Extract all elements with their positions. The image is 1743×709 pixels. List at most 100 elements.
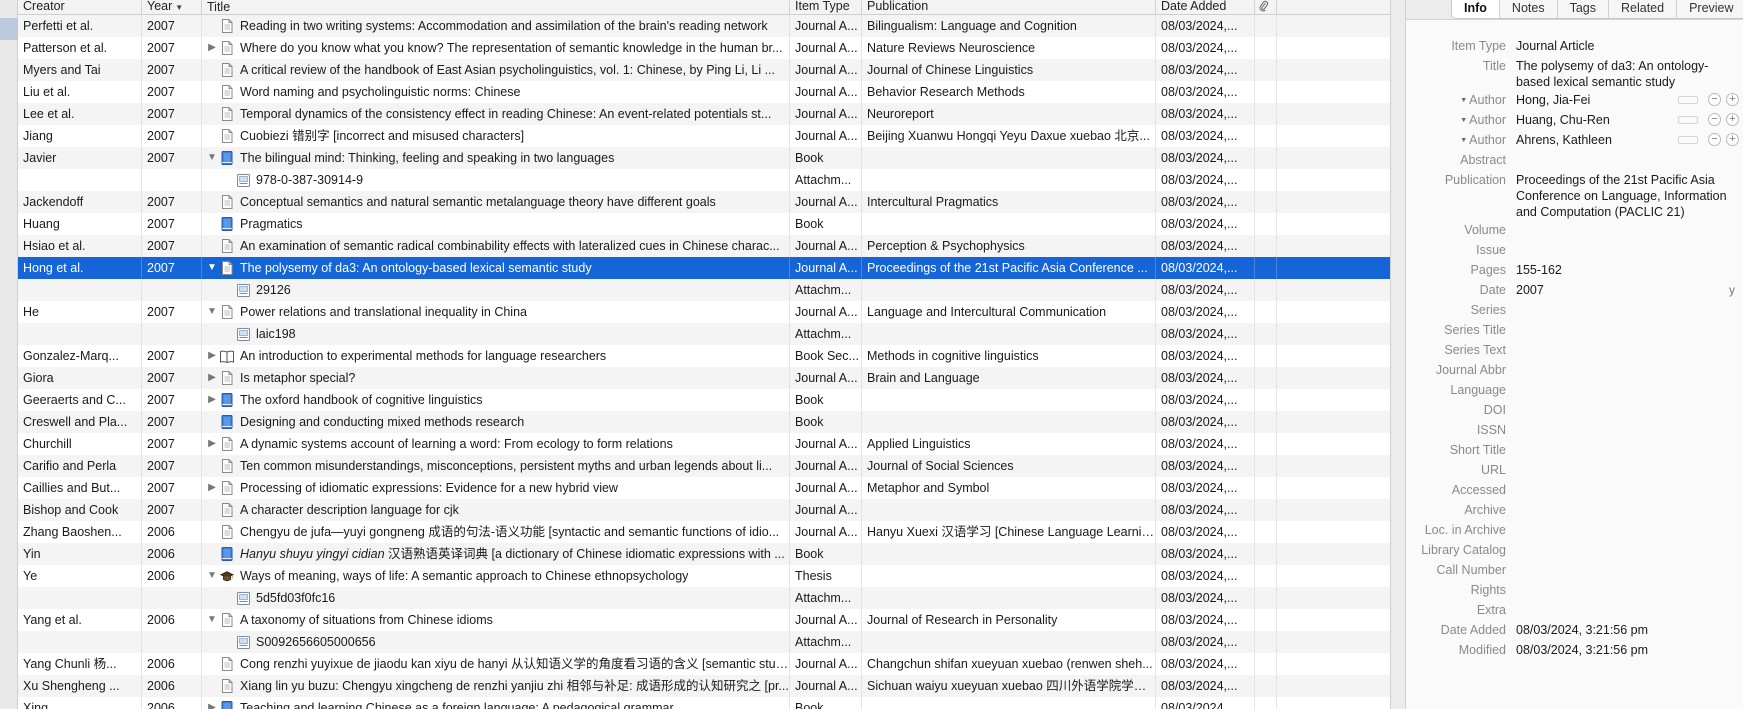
field-value-publication[interactable]: Proceedings of the 21st Pacific Asia Con… — [1516, 170, 1731, 220]
creator-type-menu-icon[interactable]: ▼ — [1460, 97, 1467, 104]
twisty-closed-icon[interactable]: ▶ — [204, 477, 220, 499]
twisty-closed-icon[interactable]: ▶ — [204, 37, 220, 59]
twisty-closed-icon[interactable]: ▶ — [204, 389, 220, 411]
twisty-open-icon[interactable]: ▼ — [204, 147, 220, 169]
field-value-volume[interactable] — [1516, 220, 1731, 222]
item-row[interactable]: Geeraerts and C... 2007 ▶ The oxford handbo… — [18, 389, 1390, 411]
item-row[interactable]: Ye 2006 ▼ Ways of meaning, ways of life: A … — [18, 565, 1390, 587]
item-row[interactable]: Caillies and But... 2007 ▶ Processing of id… — [18, 477, 1390, 499]
name-mode-toggle[interactable] — [1678, 115, 1698, 124]
remove-author-icon[interactable]: − — [1708, 93, 1721, 106]
item-row[interactable]: Jackendoff 2007 Conceptual semantics and n… — [18, 191, 1390, 213]
field-value-language[interactable] — [1516, 380, 1731, 382]
item-row[interactable]: Gonzalez-Marq... 2007 ▶ An introduction to … — [18, 345, 1390, 367]
column-header-title[interactable]: Title — [202, 0, 790, 15]
attachment-row[interactable]: S0092656605000656 Attachm... 08/03/2024,..… — [18, 631, 1390, 653]
field-value-issn[interactable] — [1516, 420, 1731, 422]
twisty-closed-icon[interactable]: ▶ — [204, 433, 220, 455]
twisty-closed-icon[interactable]: ▶ — [204, 345, 220, 367]
twisty-open-icon[interactable]: ▼ — [204, 257, 220, 279]
item-row[interactable]: Zhang Baoshen... 2006 Chengyu de jufa—yuyi… — [18, 521, 1390, 543]
field-value-url[interactable] — [1516, 460, 1731, 462]
field-label-author[interactable]: ▼ Author — [1406, 110, 1506, 129]
creator-type-menu-icon[interactable]: ▼ — [1460, 117, 1467, 124]
twisty-open-icon[interactable]: ▼ — [204, 301, 220, 323]
collections-pane-edge[interactable] — [0, 0, 18, 709]
field-label-author[interactable]: ▼ Author — [1406, 90, 1506, 109]
field-value-short-title[interactable] — [1516, 440, 1731, 442]
column-header-creator[interactable]: Creator — [18, 0, 142, 15]
item-row[interactable]: Xing 2006 ▶ Teaching and learning Chinese a… — [18, 697, 1390, 709]
name-mode-toggle[interactable] — [1678, 135, 1698, 144]
field-value-call-number[interactable] — [1516, 560, 1731, 562]
item-row[interactable]: Yin 2006 Hanyu shuyu yingyi cidian 汉语熟语英译词… — [18, 543, 1390, 565]
field-value-date[interactable]: 2007 — [1516, 280, 1731, 298]
attachment-row[interactable]: 978-0-387-30914-9 Attachm... 08/03/2024,..… — [18, 169, 1390, 191]
tab-related[interactable]: Related — [1609, 0, 1678, 18]
item-row[interactable]: Liu et al. 2007 Word naming and psycholing… — [18, 81, 1390, 103]
column-header-date-added[interactable]: Date Added — [1156, 0, 1255, 15]
field-value-doi[interactable] — [1516, 400, 1731, 402]
field-value-series-text[interactable] — [1516, 340, 1731, 342]
item-row[interactable]: Perfetti et al. 2007 Reading in two writin… — [18, 15, 1390, 37]
twisty-open-icon[interactable]: ▼ — [204, 609, 220, 631]
name-mode-toggle[interactable] — [1678, 95, 1698, 104]
tab-preview[interactable]: Preview — [1677, 0, 1743, 18]
item-row[interactable]: Patterson et al. 2007 ▶ Where do you know w… — [18, 37, 1390, 59]
item-row[interactable]: Jiang 2007 Cuobiezi 错别字 [incorrect and mis… — [18, 125, 1390, 147]
field-row-publication: Publication Proceedings of the 21st Pacif… — [1406, 170, 1743, 220]
field-value-loc-in-archive[interactable] — [1516, 520, 1731, 522]
field-value-date-added[interactable]: 08/03/2024, 3:21:56 pm — [1516, 620, 1731, 638]
item-row[interactable]: Hong et al. 2007 ▼ The polysemy of da3: An … — [18, 257, 1390, 279]
item-row[interactable]: Myers and Tai 2007 A critical review of th… — [18, 59, 1390, 81]
column-header-item-type[interactable]: Item Type — [790, 0, 862, 15]
field-value-title[interactable]: The polysemy of da3: An ontology-based l… — [1516, 56, 1731, 90]
item-row[interactable]: Huang 2007 Pragmatics Book 08/03/2024,... — [18, 213, 1390, 235]
twisty-closed-icon[interactable]: ▶ — [204, 367, 220, 389]
pane-splitter[interactable] — [1390, 0, 1406, 709]
item-row[interactable]: Bishop and Cook 2007 A character descripti… — [18, 499, 1390, 521]
tab-info[interactable]: Info — [1452, 0, 1500, 18]
remove-author-icon[interactable]: − — [1708, 113, 1721, 126]
add-author-icon[interactable]: + — [1726, 133, 1739, 146]
column-header-attachments[interactable] — [1255, 0, 1277, 15]
item-row[interactable]: Churchill 2007 ▶ A dynamic systems account … — [18, 433, 1390, 455]
field-label-author[interactable]: ▼ Author — [1406, 130, 1506, 149]
field-value-series-title[interactable] — [1516, 320, 1731, 322]
twisty-closed-icon[interactable]: ▶ — [204, 697, 220, 709]
twisty-open-icon[interactable]: ▼ — [204, 565, 220, 587]
attachment-row[interactable]: laic198 Attachm... 08/03/2024,... — [18, 323, 1390, 345]
add-author-icon[interactable]: + — [1726, 93, 1739, 106]
field-value-pages[interactable]: 155-162 — [1516, 260, 1731, 278]
field-value-library-catalog[interactable] — [1516, 540, 1731, 542]
column-header-year[interactable]: Year ▼ — [142, 0, 202, 15]
field-value-journal-abbr[interactable] — [1516, 360, 1731, 362]
item-row[interactable]: Yang et al. 2006 ▼ A taxonomy of situations… — [18, 609, 1390, 631]
item-row[interactable]: Carifio and Perla 2007 Ten common misunder… — [18, 455, 1390, 477]
item-row[interactable]: Lee et al. 2007 Temporal dynamics of the c… — [18, 103, 1390, 125]
item-row[interactable]: Xu Shengheng ... 2006 Xiang lin yu buzu: C… — [18, 675, 1390, 697]
field-value-accessed[interactable] — [1516, 480, 1731, 482]
item-row[interactable]: Hsiao et al. 2007 An examination of semant… — [18, 235, 1390, 257]
item-row[interactable]: Giora 2007 ▶ Is metaphor special? Journal A.… — [18, 367, 1390, 389]
field-value-rights[interactable] — [1516, 580, 1731, 582]
attachment-row[interactable]: 5d5fd03f0fc16 Attachm... 08/03/2024,... — [18, 587, 1390, 609]
tab-tags[interactable]: Tags — [1558, 0, 1609, 18]
field-value-series[interactable] — [1516, 300, 1731, 302]
field-value-abstract[interactable] — [1516, 150, 1731, 152]
field-value-issue[interactable] — [1516, 240, 1731, 242]
attachment-row[interactable]: 29126 Attachm... 08/03/2024,... — [18, 279, 1390, 301]
item-row[interactable]: He 2007 ▼ Power relations and translational… — [18, 301, 1390, 323]
field-value-archive[interactable] — [1516, 500, 1731, 502]
column-header-publication[interactable]: Publication — [862, 0, 1156, 15]
item-row[interactable]: Yang Chunli 杨... 2006 Cong renzhi yuyixue … — [18, 653, 1390, 675]
field-value-modified[interactable]: 08/03/2024, 3:21:56 pm — [1516, 640, 1731, 658]
item-row[interactable]: Javier 2007 ▼ The bilingual mind: Thinking,… — [18, 147, 1390, 169]
field-value-extra[interactable] — [1516, 600, 1731, 602]
item-row[interactable]: Creswell and Pla... 2007 Designing and con… — [18, 411, 1390, 433]
remove-author-icon[interactable]: − — [1708, 133, 1721, 146]
add-author-icon[interactable]: + — [1726, 113, 1739, 126]
creator-type-menu-icon[interactable]: ▼ — [1460, 137, 1467, 144]
tab-notes[interactable]: Notes — [1500, 0, 1558, 18]
field-value-item-type[interactable]: Journal Article — [1516, 36, 1731, 54]
